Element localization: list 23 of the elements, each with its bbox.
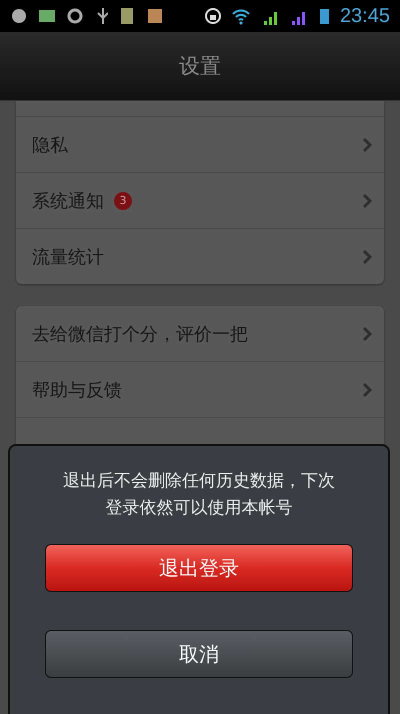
chevron-icon [362,326,372,342]
chevron-icon [362,192,372,208]
settings-row[interactable]: 流量统计 [16,229,384,284]
row-label: 隐私 [32,134,68,156]
cancel-button[interactable]: 取消 [45,630,353,678]
logout-button[interactable]: 退出登录 [45,544,353,592]
row-label: 系统通知 [32,190,104,212]
settings-row[interactable]: 帮助与反馈 [16,362,384,418]
settings-row[interactable]: 系统通知 3 [16,173,384,229]
status-time: 23:45 [340,4,390,28]
row-label: 流量统计 [32,246,104,268]
wifi-icon [232,7,252,25]
chevron-icon [362,248,372,264]
chevron-icon [362,382,372,398]
screen-title: 设置 [179,53,221,80]
battery-icon [318,7,330,25]
settings-row[interactable]: 隐私 [16,117,384,173]
settings-row[interactable]: 去给微信打个分，评价一把 [16,306,384,362]
count-badge: 3 [114,192,132,210]
row-label: 帮助与反馈 [32,378,122,402]
row-label: 去给微信打个分，评价一把 [32,322,248,346]
dialog-message: 退出后不会删除任何历史数据，下次登录依然可以使用本帐号 [62,470,336,520]
chevron-icon [362,136,372,152]
